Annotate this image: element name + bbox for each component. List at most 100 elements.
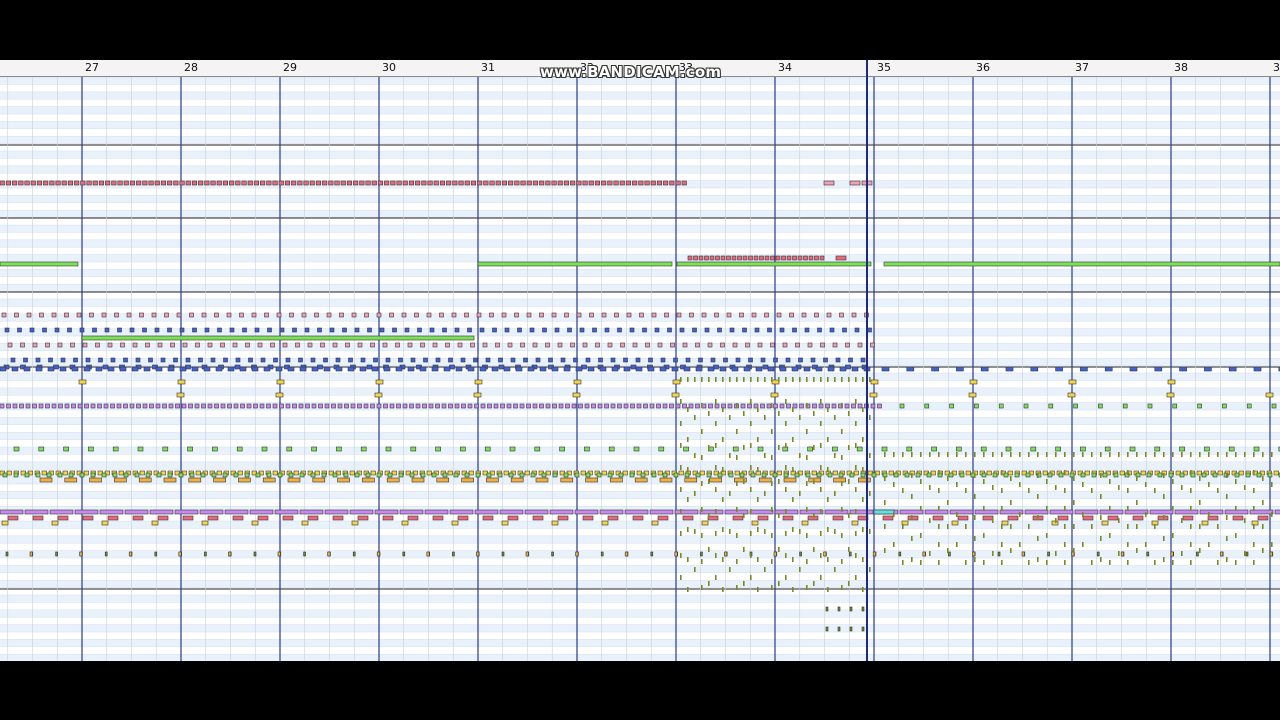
note[interactable] bbox=[136, 180, 142, 186]
note[interactable] bbox=[1232, 515, 1244, 521]
note[interactable] bbox=[1057, 515, 1069, 521]
note[interactable] bbox=[214, 312, 219, 318]
note-tick[interactable] bbox=[834, 453, 836, 458]
note[interactable] bbox=[291, 180, 297, 186]
note[interactable] bbox=[339, 312, 344, 318]
note-tick[interactable] bbox=[813, 377, 815, 382]
note[interactable] bbox=[362, 477, 375, 483]
note-tick[interactable] bbox=[764, 491, 766, 496]
note-tick[interactable] bbox=[708, 445, 710, 450]
note[interactable] bbox=[607, 515, 619, 521]
note-tick[interactable] bbox=[694, 415, 696, 420]
note[interactable] bbox=[678, 470, 684, 476]
note[interactable] bbox=[848, 357, 853, 363]
note[interactable] bbox=[201, 403, 206, 409]
note[interactable] bbox=[629, 472, 635, 478]
note-tick[interactable] bbox=[848, 445, 850, 450]
note[interactable] bbox=[510, 477, 524, 483]
note[interactable] bbox=[479, 327, 485, 333]
note[interactable] bbox=[534, 446, 541, 452]
note[interactable] bbox=[651, 312, 657, 318]
note-tick[interactable] bbox=[729, 453, 731, 458]
note[interactable] bbox=[204, 327, 210, 333]
note[interactable] bbox=[57, 342, 63, 348]
note[interactable] bbox=[930, 470, 936, 476]
note[interactable] bbox=[212, 446, 218, 452]
note[interactable] bbox=[1101, 520, 1109, 526]
note[interactable] bbox=[409, 403, 414, 409]
note-tick[interactable] bbox=[1136, 476, 1138, 481]
note[interactable] bbox=[277, 472, 283, 478]
note-tick[interactable] bbox=[813, 581, 815, 586]
note-tick[interactable] bbox=[920, 533, 922, 538]
note-tick[interactable] bbox=[920, 452, 922, 457]
note[interactable] bbox=[107, 342, 113, 348]
note[interactable] bbox=[157, 342, 163, 348]
note[interactable] bbox=[97, 403, 102, 409]
note[interactable] bbox=[1149, 509, 1174, 515]
note[interactable] bbox=[376, 312, 382, 318]
note[interactable] bbox=[79, 551, 83, 557]
note-tick[interactable] bbox=[1028, 452, 1030, 457]
note[interactable] bbox=[503, 366, 511, 372]
note[interactable] bbox=[447, 470, 453, 476]
note[interactable] bbox=[229, 327, 235, 333]
note[interactable] bbox=[1005, 366, 1014, 372]
note[interactable] bbox=[176, 392, 185, 398]
note[interactable] bbox=[376, 472, 382, 478]
note[interactable] bbox=[1096, 551, 1100, 557]
note[interactable] bbox=[579, 327, 585, 333]
note-tick[interactable] bbox=[813, 513, 815, 518]
note[interactable] bbox=[473, 357, 478, 363]
note[interactable] bbox=[587, 366, 595, 372]
note-tick[interactable] bbox=[1055, 485, 1057, 490]
note[interactable] bbox=[772, 472, 778, 478]
note[interactable] bbox=[532, 515, 544, 521]
note[interactable] bbox=[948, 551, 951, 557]
note[interactable] bbox=[1058, 472, 1064, 478]
note-tick[interactable] bbox=[1100, 557, 1102, 562]
note[interactable] bbox=[513, 403, 518, 409]
note[interactable] bbox=[131, 366, 139, 372]
note[interactable] bbox=[520, 180, 526, 186]
note[interactable] bbox=[731, 366, 739, 372]
note-tick[interactable] bbox=[1244, 518, 1246, 523]
note-tick[interactable] bbox=[1190, 488, 1192, 493]
note-tick[interactable] bbox=[792, 527, 794, 532]
note-tick[interactable] bbox=[1154, 524, 1156, 529]
note-tick[interactable] bbox=[701, 585, 703, 590]
note[interactable] bbox=[155, 403, 161, 409]
note[interactable] bbox=[650, 551, 654, 557]
measure-number[interactable]: 30 bbox=[382, 61, 396, 74]
note[interactable] bbox=[997, 551, 1001, 557]
note-tick[interactable] bbox=[983, 479, 985, 484]
note[interactable] bbox=[851, 403, 856, 409]
note[interactable] bbox=[629, 327, 635, 333]
note-tick[interactable] bbox=[778, 581, 780, 586]
note[interactable] bbox=[436, 477, 450, 483]
note[interactable] bbox=[557, 342, 563, 348]
note-tick[interactable] bbox=[862, 527, 864, 532]
note[interactable] bbox=[495, 342, 500, 348]
note[interactable] bbox=[407, 366, 415, 372]
note[interactable] bbox=[742, 255, 748, 261]
note[interactable] bbox=[251, 366, 259, 372]
note[interactable] bbox=[432, 515, 444, 521]
note[interactable] bbox=[156, 472, 162, 478]
note[interactable] bbox=[479, 366, 487, 372]
note[interactable] bbox=[419, 366, 427, 372]
note[interactable] bbox=[707, 366, 715, 372]
note[interactable] bbox=[464, 472, 470, 478]
note-tick[interactable] bbox=[1127, 470, 1129, 475]
note[interactable] bbox=[1047, 551, 1050, 557]
note[interactable] bbox=[622, 470, 628, 476]
note[interactable] bbox=[663, 180, 669, 186]
note[interactable] bbox=[337, 403, 343, 409]
note[interactable] bbox=[759, 255, 764, 261]
note[interactable] bbox=[304, 327, 310, 333]
note[interactable] bbox=[385, 446, 392, 452]
note[interactable] bbox=[254, 327, 260, 333]
note[interactable] bbox=[682, 515, 694, 521]
note-tick[interactable] bbox=[736, 429, 738, 434]
note[interactable] bbox=[467, 403, 473, 409]
